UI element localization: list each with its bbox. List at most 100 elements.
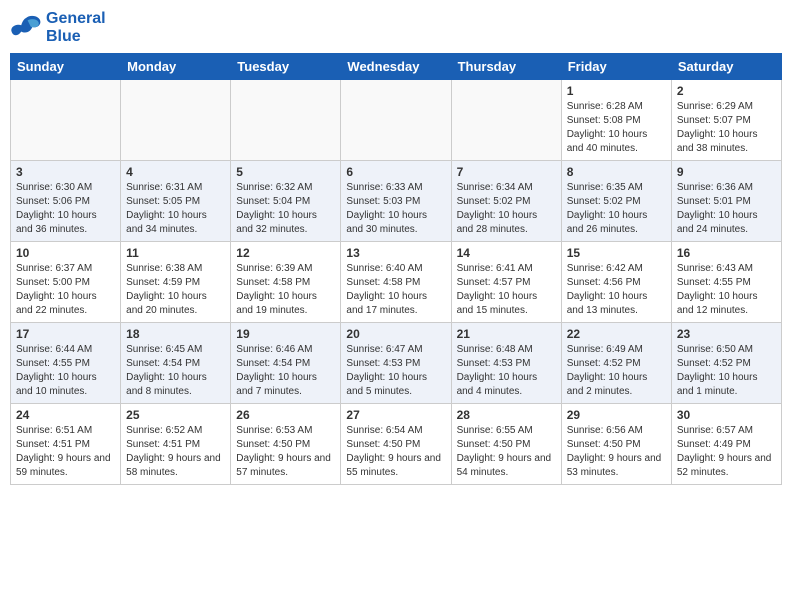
day-info: Sunrise: 6:39 AMSunset: 4:58 PMDaylight:… [236, 262, 335, 318]
calendar-week-row: 3Sunrise: 6:30 AMSunset: 5:06 PMDaylight… [11, 161, 782, 242]
calendar-day-cell: 12 Sunrise: 6:39 AMSunset: 4:58 PMDayligh… [231, 242, 341, 323]
day-info: Sunrise: 6:52 AMSunset: 4:51 PMDaylight:… [126, 424, 225, 480]
calendar-day-cell: 15 Sunrise: 6:42 AMSunset: 4:56 PMDayligh… [561, 242, 671, 323]
day-info: Sunrise: 6:51 AMSunset: 4:51 PMDaylight:… [16, 424, 115, 480]
day-info: Sunrise: 6:46 AMSunset: 4:54 PMDaylight:… [236, 343, 335, 399]
day-number: 29 [567, 408, 666, 422]
calendar-day-cell: 3Sunrise: 6:30 AMSunset: 5:06 PMDaylight… [11, 161, 121, 242]
day-info: Sunrise: 6:42 AMSunset: 4:56 PMDaylight:… [567, 262, 666, 318]
day-number: 25 [126, 408, 225, 422]
calendar-day-cell: 18 Sunrise: 6:45 AMSunset: 4:54 PMDayligh… [121, 323, 231, 404]
calendar-day-cell: 24 Sunrise: 6:51 AMSunset: 4:51 PMDayligh… [11, 404, 121, 485]
day-info: Sunrise: 6:43 AMSunset: 4:55 PMDaylight:… [677, 262, 776, 318]
calendar-day-cell: 17 Sunrise: 6:44 AMSunset: 4:55 PMDayligh… [11, 323, 121, 404]
day-info: Sunrise: 6:32 AMSunset: 5:04 PMDaylight:… [236, 181, 335, 237]
day-info: Sunrise: 6:50 AMSunset: 4:52 PMDaylight:… [677, 343, 776, 399]
day-info: Sunrise: 6:47 AMSunset: 4:53 PMDaylight:… [346, 343, 445, 399]
calendar-day-cell [341, 80, 451, 161]
calendar-day-cell [231, 80, 341, 161]
day-info: Sunrise: 6:49 AMSunset: 4:52 PMDaylight:… [567, 343, 666, 399]
calendar-day-cell [451, 80, 561, 161]
calendar-day-cell [121, 80, 231, 161]
weekday-header: Tuesday [231, 54, 341, 80]
day-number: 1 [567, 84, 666, 98]
calendar-day-cell: 22 Sunrise: 6:49 AMSunset: 4:52 PMDayligh… [561, 323, 671, 404]
calendar-day-cell: 27Sunrise: 6:54 AMSunset: 4:50 PMDayligh… [341, 404, 451, 485]
day-number: 15 [567, 246, 666, 260]
day-number: 13 [346, 246, 445, 260]
day-info: Sunrise: 6:28 AMSunset: 5:08 PMDaylight:… [567, 100, 666, 156]
calendar-day-cell: 2 Sunrise: 6:29 AMSunset: 5:07 PMDaylight… [671, 80, 781, 161]
calendar-day-cell: 8 Sunrise: 6:35 AMSunset: 5:02 PMDaylight… [561, 161, 671, 242]
logo: General Blue [10, 10, 106, 45]
calendar-day-cell: 9 Sunrise: 6:36 AMSunset: 5:01 PMDaylight… [671, 161, 781, 242]
day-number: 14 [457, 246, 556, 260]
day-number: 23 [677, 327, 776, 341]
day-number: 18 [126, 327, 225, 341]
calendar-day-cell: 28Sunrise: 6:55 AMSunset: 4:50 PMDayligh… [451, 404, 561, 485]
day-info: Sunrise: 6:53 AMSunset: 4:50 PMDaylight:… [236, 424, 335, 480]
day-number: 9 [677, 165, 776, 179]
day-number: 12 [236, 246, 335, 260]
calendar-day-cell: 29 Sunrise: 6:56 AMSunset: 4:50 PMDayligh… [561, 404, 671, 485]
day-number: 19 [236, 327, 335, 341]
day-number: 20 [346, 327, 445, 341]
day-info: Sunrise: 6:29 AMSunset: 5:07 PMDaylight:… [677, 100, 776, 156]
day-info: Sunrise: 6:57 AMSunset: 4:49 PMDaylight:… [677, 424, 776, 480]
calendar-day-cell: 4Sunrise: 6:31 AMSunset: 5:05 PMDaylight… [121, 161, 231, 242]
day-info: Sunrise: 6:45 AMSunset: 4:54 PMDaylight:… [126, 343, 225, 399]
day-number: 21 [457, 327, 556, 341]
calendar-week-row: 24 Sunrise: 6:51 AMSunset: 4:51 PMDayligh… [11, 404, 782, 485]
calendar-day-cell: 6Sunrise: 6:33 AMSunset: 5:03 PMDaylight… [341, 161, 451, 242]
calendar-day-cell: 7Sunrise: 6:34 AMSunset: 5:02 PMDaylight… [451, 161, 561, 242]
day-info: Sunrise: 6:35 AMSunset: 5:02 PMDaylight:… [567, 181, 666, 237]
day-info: Sunrise: 6:48 AMSunset: 4:53 PMDaylight:… [457, 343, 556, 399]
calendar-week-row: 10 Sunrise: 6:37 AMSunset: 5:00 PMDayligh… [11, 242, 782, 323]
calendar-day-cell: 19 Sunrise: 6:46 AMSunset: 4:54 PMDayligh… [231, 323, 341, 404]
weekday-header: Wednesday [341, 54, 451, 80]
day-info: Sunrise: 6:56 AMSunset: 4:50 PMDaylight:… [567, 424, 666, 480]
calendar-day-cell: 30 Sunrise: 6:57 AMSunset: 4:49 PMDayligh… [671, 404, 781, 485]
day-number: 8 [567, 165, 666, 179]
calendar-day-cell: 5 Sunrise: 6:32 AMSunset: 5:04 PMDaylight… [231, 161, 341, 242]
weekday-header: Sunday [11, 54, 121, 80]
weekday-header: Monday [121, 54, 231, 80]
day-number: 5 [236, 165, 335, 179]
day-info: Sunrise: 6:55 AMSunset: 4:50 PMDaylight:… [457, 424, 556, 480]
day-number: 30 [677, 408, 776, 422]
day-number: 16 [677, 246, 776, 260]
calendar-header-row: SundayMondayTuesdayWednesdayThursdayFrid… [11, 54, 782, 80]
day-number: 17 [16, 327, 115, 341]
day-number: 2 [677, 84, 776, 98]
page-header: General Blue [10, 10, 782, 45]
calendar-day-cell: 25 Sunrise: 6:52 AMSunset: 4:51 PMDayligh… [121, 404, 231, 485]
day-number: 3 [16, 165, 115, 179]
calendar-day-cell: 11 Sunrise: 6:38 AMSunset: 4:59 PMDayligh… [121, 242, 231, 323]
day-number: 11 [126, 246, 225, 260]
day-number: 24 [16, 408, 115, 422]
calendar-day-cell [11, 80, 121, 161]
day-info: Sunrise: 6:44 AMSunset: 4:55 PMDaylight:… [16, 343, 115, 399]
day-number: 6 [346, 165, 445, 179]
day-info: Sunrise: 6:38 AMSunset: 4:59 PMDaylight:… [126, 262, 225, 318]
calendar-day-cell: 26 Sunrise: 6:53 AMSunset: 4:50 PMDayligh… [231, 404, 341, 485]
calendar-day-cell: 21 Sunrise: 6:48 AMSunset: 4:53 PMDayligh… [451, 323, 561, 404]
calendar-week-row: 1 Sunrise: 6:28 AMSunset: 5:08 PMDaylight… [11, 80, 782, 161]
calendar-day-cell: 20 Sunrise: 6:47 AMSunset: 4:53 PMDayligh… [341, 323, 451, 404]
day-info: Sunrise: 6:40 AMSunset: 4:58 PMDaylight:… [346, 262, 445, 318]
calendar-day-cell: 1 Sunrise: 6:28 AMSunset: 5:08 PMDaylight… [561, 80, 671, 161]
calendar-day-cell: 13 Sunrise: 6:40 AMSunset: 4:58 PMDayligh… [341, 242, 451, 323]
day-info: Sunrise: 6:34 AMSunset: 5:02 PMDaylight:… [457, 181, 556, 237]
day-number: 22 [567, 327, 666, 341]
day-info: Sunrise: 6:37 AMSunset: 5:00 PMDaylight:… [16, 262, 115, 318]
weekday-header: Friday [561, 54, 671, 80]
calendar-day-cell: 14Sunrise: 6:41 AMSunset: 4:57 PMDayligh… [451, 242, 561, 323]
calendar-day-cell: 16 Sunrise: 6:43 AMSunset: 4:55 PMDayligh… [671, 242, 781, 323]
day-number: 10 [16, 246, 115, 260]
day-number: 27 [346, 408, 445, 422]
weekday-header: Saturday [671, 54, 781, 80]
day-info: Sunrise: 6:31 AMSunset: 5:05 PMDaylight:… [126, 181, 225, 237]
day-info: Sunrise: 6:36 AMSunset: 5:01 PMDaylight:… [677, 181, 776, 237]
day-number: 26 [236, 408, 335, 422]
calendar-table: SundayMondayTuesdayWednesdayThursdayFrid… [10, 53, 782, 485]
